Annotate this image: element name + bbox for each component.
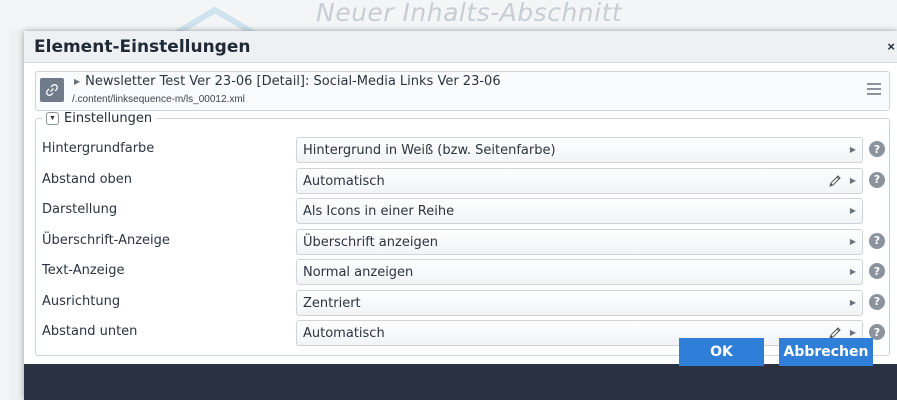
fieldset-legend-label: Einstellungen: [64, 111, 153, 126]
chevron-right-icon: ▶: [849, 267, 856, 276]
help-icon[interactable]: ?: [869, 141, 885, 157]
chevron-right-icon: ▶: [849, 297, 856, 307]
hamburger-menu-icon[interactable]: [867, 83, 881, 97]
setting-select[interactable]: Zentriert ▶: [296, 289, 863, 316]
setting-label: Abstand oben: [42, 171, 133, 187]
ok-button[interactable]: OK: [679, 338, 764, 366]
setting-select-value: Automatisch: [303, 173, 385, 189]
setting-select-value: Hintergrund in Weiß (bzw. Seitenfarbe): [303, 143, 556, 158]
dialog-footer: [24, 364, 897, 400]
setting-select[interactable]: Automatisch ▶: [296, 167, 863, 194]
collapse-toggle-icon[interactable]: ▼: [46, 112, 59, 125]
settings-row: Abstand oben Automatisch ▶?: [36, 165, 889, 195]
help-icon[interactable]: ?: [869, 263, 885, 279]
setting-select[interactable]: Überschrift anzeigen ▶: [296, 228, 863, 255]
resource-path: /.content/linksequence-m/ls_00012.xml: [72, 94, 245, 105]
setting-label: Abstand unten: [42, 324, 138, 339]
settings-row: Hintergrundfarbe Hintergrund in Weiß (bzw…: [36, 134, 889, 164]
close-icon[interactable]: ×: [887, 39, 895, 54]
cancel-button[interactable]: Abbrechen: [779, 338, 873, 366]
dialog-title: Element-Einstellungen: [34, 37, 251, 57]
expand-arrow-icon[interactable]: ▶: [74, 77, 80, 86]
resource-info-box: ▶ Newsletter Test Ver 23-06 [Detail]: Soc…: [35, 71, 890, 111]
setting-label: Darstellung: [42, 202, 118, 217]
chevron-right-icon: ▶: [849, 175, 856, 185]
element-settings-dialog: Element-Einstellungen × ▶ Newsletter Test…: [24, 31, 897, 400]
resource-title-text: Newsletter Test Ver 23-06 [Detail]: Soci…: [85, 74, 501, 89]
setting-label: Text-Anzeige: [42, 263, 125, 278]
resource-title: ▶ Newsletter Test Ver 23-06 [Detail]: Soc…: [74, 74, 501, 89]
chevron-right-icon: ▶: [849, 206, 856, 215]
setting-select[interactable]: Als Icons in einer Reihe ▶: [296, 198, 863, 224]
setting-label: Ausrichtung: [42, 293, 121, 309]
setting-select-value: Überschrift anzeigen: [303, 234, 438, 250]
dialog-header: Element-Einstellungen ×: [24, 31, 897, 63]
setting-select[interactable]: Hintergrund in Weiß (bzw. Seitenfarbe) ▶: [296, 137, 863, 163]
setting-label: Hintergrundfarbe: [42, 141, 155, 156]
setting-select-value: Normal anzeigen: [303, 265, 414, 280]
setting-select[interactable]: Automatisch ▶: [296, 320, 863, 346]
background-left-strip: [0, 30, 10, 400]
fieldset-legend[interactable]: ▼ Einstellungen: [42, 111, 157, 126]
setting-select-value: Als Icons in einer Reihe: [303, 204, 455, 219]
chevron-right-icon: ▶: [849, 236, 856, 246]
help-icon[interactable]: ?: [869, 171, 885, 188]
setting-label: Überschrift-Anzeige: [42, 232, 170, 248]
setting-select-value: Zentriert: [303, 295, 361, 311]
help-icon[interactable]: ?: [869, 293, 885, 310]
link-icon: [40, 78, 64, 102]
dialog-body: ▶ Newsletter Test Ver 23-06 [Detail]: Soc…: [24, 63, 897, 364]
chevron-right-icon: ▶: [849, 328, 856, 337]
settings-row: Text-Anzeige Normal anzeigen ▶?: [36, 256, 889, 286]
setting-select[interactable]: Normal anzeigen ▶: [296, 259, 863, 285]
help-icon[interactable]: ?: [869, 232, 885, 249]
background-page-heading: Neuer Inhalts-Abschnitt: [316, 0, 623, 27]
settings-fieldset: ▼ Einstellungen Hintergrundfarbe Hintergr…: [35, 111, 890, 356]
settings-row: Überschrift-Anzeige Überschrift anzeigen ▶…: [36, 226, 889, 256]
settings-row: Darstellung Als Icons in einer Reihe ▶: [36, 195, 889, 225]
pencil-icon[interactable]: [827, 173, 843, 189]
settings-row: Ausrichtung Zentriert ▶?: [36, 287, 889, 317]
setting-select-value: Automatisch: [303, 326, 385, 341]
chevron-right-icon: ▶: [849, 145, 856, 154]
